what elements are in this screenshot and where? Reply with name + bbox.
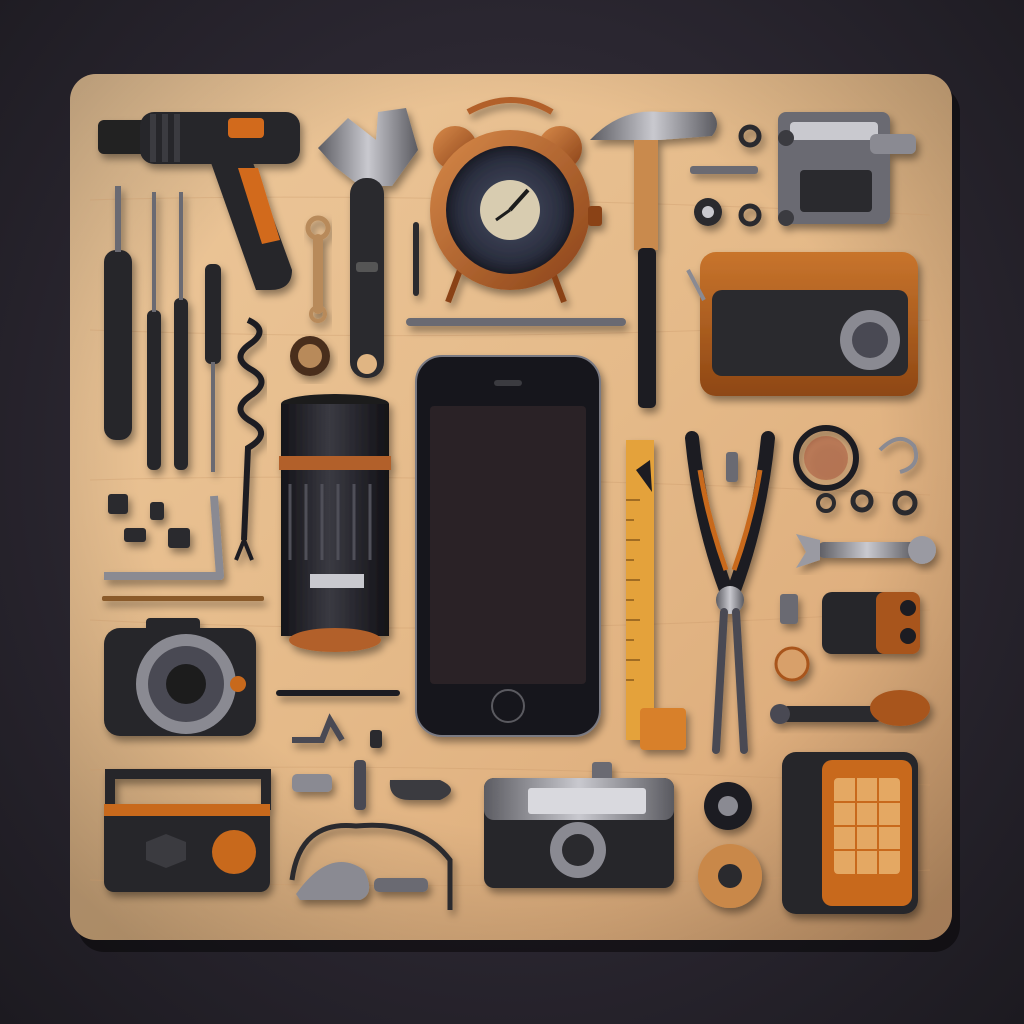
leather-wallet <box>686 252 918 396</box>
flatlay-scene <box>0 0 1024 1024</box>
compact-camera <box>104 618 256 736</box>
smartphone <box>415 355 601 737</box>
camera-lens <box>279 394 391 652</box>
round-cap <box>290 336 330 376</box>
leather-pouch <box>782 752 918 914</box>
tools-flatlay-illustration <box>70 74 960 952</box>
rangefinder-camera <box>484 762 674 888</box>
